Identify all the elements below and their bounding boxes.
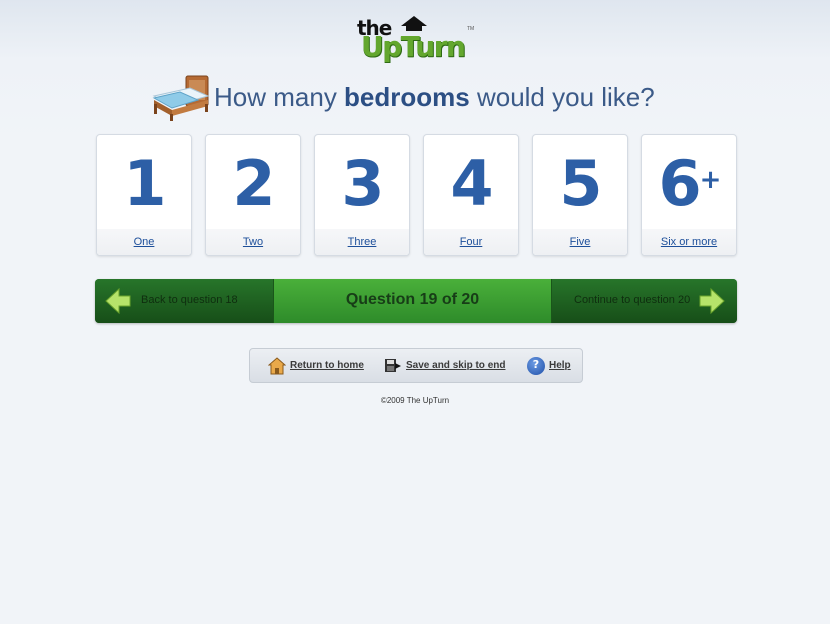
option-six-or-more[interactable]: 6+ Six or more xyxy=(641,134,737,256)
option-three[interactable]: 3 Three xyxy=(314,134,410,256)
help-button[interactable]: ? Help xyxy=(527,357,577,375)
option-number: 6+ xyxy=(642,149,736,219)
help-icon: ? xyxy=(527,357,545,375)
question-emphasis: bedrooms xyxy=(344,82,470,112)
option-number: 5 xyxy=(559,147,602,220)
home-icon xyxy=(268,357,286,375)
option-two[interactable]: 2 Two xyxy=(205,134,301,256)
option-number-value: 6 xyxy=(658,147,702,220)
option-label-link[interactable]: Three xyxy=(315,236,409,248)
logo-upturn-text: UpTurn xyxy=(361,30,466,63)
progress-indicator: Question 19 of 20 xyxy=(274,279,552,323)
save-skip-icon xyxy=(385,359,401,372)
question-suffix: would you like? xyxy=(469,82,655,112)
question-prefix: How many xyxy=(214,82,345,112)
continue-button-label: Continue to question 20 xyxy=(574,294,691,306)
utility-toolbar: Return to home Save and skip to end ? He… xyxy=(249,348,583,383)
copyright-text: ©2009 The UpTurn xyxy=(380,396,450,405)
option-five[interactable]: 5 Five xyxy=(532,134,628,256)
question-heading: How many bedrooms would you like? xyxy=(150,72,670,124)
arrow-left-icon xyxy=(105,287,131,315)
progress-label: Question 19 of 20 xyxy=(345,291,480,308)
option-label-link[interactable]: Two xyxy=(206,236,300,248)
the-upturn-logo[interactable]: the UpTurn TM xyxy=(355,16,475,63)
option-number: 2 xyxy=(232,147,275,220)
back-button-label: Back to question 18 xyxy=(141,294,238,306)
option-label-link[interactable]: Five xyxy=(533,236,627,248)
bed-icon xyxy=(152,75,210,121)
help-label: Help xyxy=(549,360,571,371)
bedroom-options: 1 One 2 Two 3 Three 4 Four 5 Five 6+ Six… xyxy=(96,134,738,256)
arrow-right-icon xyxy=(699,287,725,315)
return-home-button[interactable]: Return to home xyxy=(268,357,368,375)
logo-trademark: TM xyxy=(467,26,475,32)
option-number: 1 xyxy=(123,147,166,220)
option-label-link[interactable]: Six or more xyxy=(642,236,736,248)
question-text: How many bedrooms would you like? xyxy=(214,82,655,113)
question-navigation-bar: Back to question 18 Question 19 of 20 Co… xyxy=(95,279,737,323)
continue-button[interactable]: Continue to question 20 xyxy=(552,279,737,323)
option-number: 4 xyxy=(450,147,493,220)
option-number: 3 xyxy=(341,147,384,220)
option-one[interactable]: 1 One xyxy=(96,134,192,256)
option-four[interactable]: 4 Four xyxy=(423,134,519,256)
option-number-plus: + xyxy=(699,165,722,195)
option-label-link[interactable]: One xyxy=(97,236,191,248)
back-button[interactable]: Back to question 18 xyxy=(95,279,274,323)
return-home-label: Return to home xyxy=(290,360,364,371)
save-skip-label: Save and skip to end xyxy=(406,360,506,371)
save-skip-button[interactable]: Save and skip to end xyxy=(384,357,514,375)
option-label-link[interactable]: Four xyxy=(424,236,518,248)
